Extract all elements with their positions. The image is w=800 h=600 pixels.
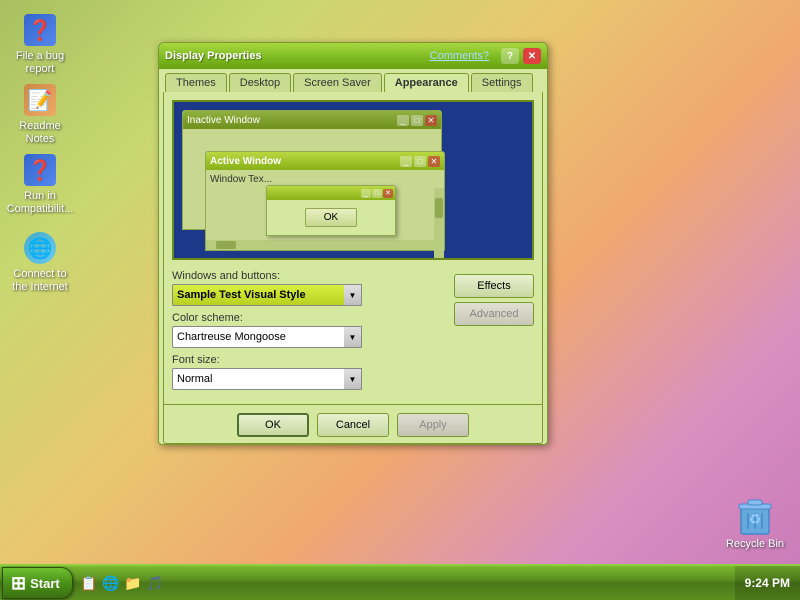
file-bug-icon: ❓ <box>24 14 56 46</box>
form-left: Windows and buttons: Sample Test Visual … <box>172 270 454 396</box>
font-size-select[interactable]: Normal <box>172 368 362 390</box>
tab-appearance[interactable]: Appearance <box>384 73 469 92</box>
recycle-bin-label: Recycle Bin <box>726 538 784 550</box>
bottom-buttons: OK Cancel Apply <box>163 405 543 444</box>
preview-active-max[interactable]: □ <box>414 156 426 167</box>
preview-window-text: Window Tex... <box>210 174 272 185</box>
preview-hscrollbar <box>206 240 434 250</box>
font-size-select-wrapper: Normal ▼ <box>172 368 362 390</box>
preview-inactive-titlebar: Inactive Window _ □ ✕ <box>183 111 441 129</box>
preview-active-body: Window Tex... _ □ ✕ OK <box>206 170 444 250</box>
file-bug-label: File a bug report <box>8 50 72 76</box>
preview-active-titlebar: Active Window _ □ ✕ <box>206 152 444 170</box>
readme-label: Readme Notes <box>8 120 72 146</box>
preview-active-close[interactable]: ✕ <box>428 156 440 167</box>
font-size-label: Font size: <box>172 354 454 366</box>
tabs-bar: Themes Desktop Screen Saver Appearance S… <box>159 69 547 92</box>
windows-buttons-label: Windows and buttons: <box>172 270 454 282</box>
taskbar-icon-3[interactable]: 📁 <box>123 573 143 593</box>
connect-icon: 🌐 <box>24 232 56 264</box>
color-scheme-label: Color scheme: <box>172 312 454 324</box>
svg-text:♻: ♻ <box>749 511 762 527</box>
color-scheme-row: Color scheme: Chartreuse Mongoose ▼ <box>172 312 454 348</box>
recycle-bin[interactable]: ♻ Recycle Bin <box>720 490 790 550</box>
preview-active-min[interactable]: _ <box>400 156 412 167</box>
windows-buttons-row: Windows and buttons: Sample Test Visual … <box>172 270 454 306</box>
preview-scrollbar <box>434 188 444 260</box>
pmtb-close[interactable]: ✕ <box>383 189 393 198</box>
tab-desktop[interactable]: Desktop <box>229 73 291 92</box>
tab-settings[interactable]: Settings <box>471 73 533 92</box>
preview-area: Inactive Window _ □ ✕ Active Window _ □ … <box>172 100 534 260</box>
desktop-icon-connect[interactable]: 🌐 Connect tothe Internet <box>4 228 76 298</box>
form-area: Windows and buttons: Sample Test Visual … <box>172 270 534 396</box>
taskbar-icon-2[interactable]: 🌐 <box>101 573 121 593</box>
right-buttons: Effects Advanced <box>454 274 534 326</box>
help-button[interactable]: ? <box>501 48 519 64</box>
readme-icon: 📝 <box>24 84 56 116</box>
advanced-button[interactable]: Advanced <box>454 302 534 326</box>
start-button[interactable]: ⊞ Start <box>2 567 73 599</box>
recycle-bin-icon: ♻ <box>731 490 779 538</box>
preview-inactive-max[interactable]: □ <box>411 115 423 126</box>
start-label: Start <box>30 576 60 591</box>
preview-inactive-window: Inactive Window _ □ ✕ Active Window _ □ … <box>182 110 442 230</box>
close-button[interactable]: ✕ <box>523 48 541 64</box>
run-compat-icon: ❓ <box>24 154 56 186</box>
preview-msgbox-body: OK <box>267 200 395 235</box>
taskbar-icon-4[interactable]: 🎵 <box>145 573 165 593</box>
taskbar: ⊞ Start 📋 🌐 📁 🎵 9:24 PM <box>0 564 800 600</box>
windows-buttons-select-wrapper: Sample Test Visual Style ▼ <box>172 284 362 306</box>
color-scheme-select-wrapper: Chartreuse Mongoose ▼ <box>172 326 362 348</box>
taskbar-time: 9:24 PM <box>735 566 800 600</box>
desktop-icon-run-compat[interactable]: ❓ Run in Compatibilit... <box>4 150 76 220</box>
apply-button[interactable]: Apply <box>397 413 469 437</box>
pmtb-max[interactable]: □ <box>372 189 382 198</box>
preview-msgbox: _ □ ✕ OK <box>266 185 396 236</box>
preview-inactive-body: Active Window _ □ ✕ Window Tex... _ <box>183 129 441 229</box>
preview-active-title-text: Active Window <box>210 156 398 167</box>
windows-buttons-select[interactable]: Sample Test Visual Style <box>172 284 362 306</box>
effects-button[interactable]: Effects <box>454 274 534 298</box>
color-scheme-select[interactable]: Chartreuse Mongoose <box>172 326 362 348</box>
preview-inactive-close[interactable]: ✕ <box>425 115 437 126</box>
preview-ok-button[interactable]: OK <box>305 208 357 227</box>
tab-themes[interactable]: Themes <box>165 73 227 92</box>
desktop-icon-file-bug[interactable]: ❓ File a bug report <box>4 10 76 80</box>
preview-hscroll-thumb <box>216 241 236 249</box>
preview-msgbox-titlebar: _ □ ✕ <box>267 186 395 200</box>
preview-scroll-thumb <box>435 198 443 218</box>
cancel-button[interactable]: Cancel <box>317 413 389 437</box>
pmtb-min[interactable]: _ <box>361 189 371 198</box>
preview-active-window: Active Window _ □ ✕ Window Tex... _ <box>205 151 445 251</box>
taskbar-icon-1[interactable]: 📋 <box>79 573 99 593</box>
run-compat-label: Run in Compatibilit... <box>7 190 74 216</box>
desktop-icon-readme[interactable]: 📝 Readme Notes <box>4 80 76 150</box>
tab-content-appearance: Inactive Window _ □ ✕ Active Window _ □ … <box>163 92 543 405</box>
display-properties-dialog: Display Properties Comments? ? ✕ Themes … <box>158 42 548 445</box>
tab-screensaver[interactable]: Screen Saver <box>293 73 382 92</box>
dialog-titlebar: Display Properties Comments? ? ✕ <box>159 43 547 69</box>
preview-inactive-min[interactable]: _ <box>397 115 409 126</box>
start-logo: ⊞ <box>11 573 26 594</box>
ok-button[interactable]: OK <box>237 413 309 437</box>
dialog-title: Display Properties <box>165 50 426 62</box>
comments-link[interactable]: Comments? <box>430 50 489 62</box>
connect-label: Connect tothe Internet <box>12 268 68 294</box>
font-size-row: Font size: Normal ▼ <box>172 354 454 390</box>
preview-inactive-title-text: Inactive Window <box>187 115 395 126</box>
taskbar-quick-launch: 📋 🌐 📁 🎵 <box>79 573 165 593</box>
